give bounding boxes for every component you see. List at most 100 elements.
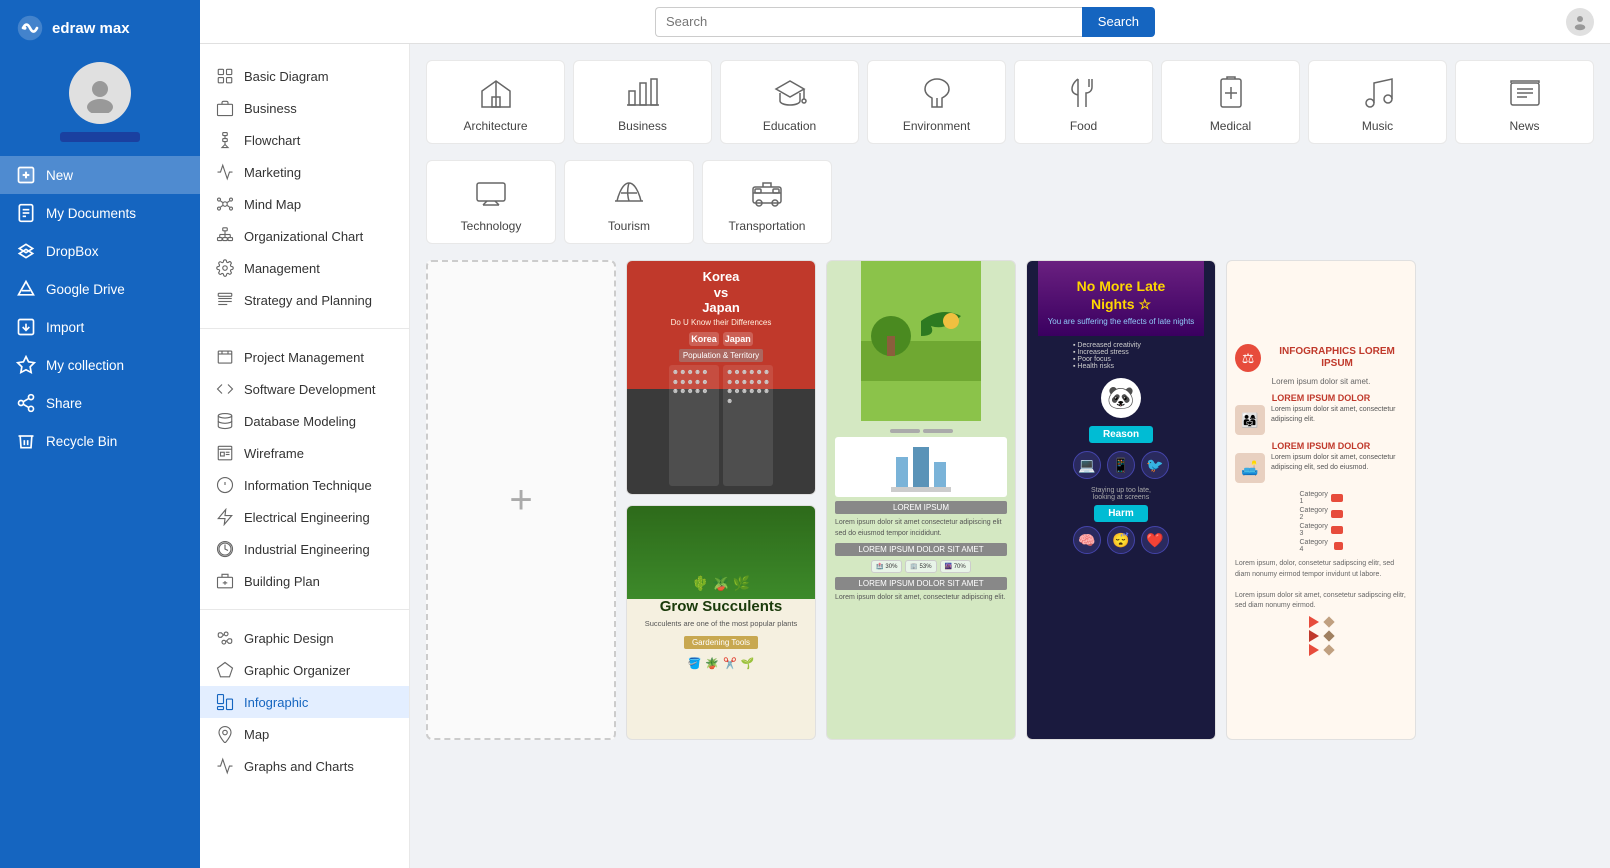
- menu-item-strategy-planning[interactable]: Strategy and Planning: [200, 284, 409, 316]
- sidebar-item-my-collection[interactable]: My collection: [0, 346, 200, 384]
- category-food[interactable]: Food: [1014, 60, 1153, 144]
- food-icon: [1066, 75, 1102, 111]
- infographic-header: ⚖ INFOGRAPHICS LOREM IPSUM: [1235, 344, 1407, 372]
- sidebar-label-share: Share: [46, 396, 82, 411]
- sidebar-label-new: New: [46, 168, 73, 183]
- menu-item-graphic-design[interactable]: Graphic Design: [200, 622, 409, 654]
- sidebar-item-share[interactable]: Share: [0, 384, 200, 422]
- kj-main-title: KoreavsJapan: [671, 269, 772, 316]
- user-avatar-top[interactable]: [1566, 8, 1594, 36]
- template-night[interactable]: No More LateNights ☆ You are suffering t…: [1026, 260, 1216, 740]
- sidebar-item-my-documents[interactable]: My Documents: [0, 194, 200, 232]
- menu-item-graphic-organizer[interactable]: Graphic Organizer: [200, 654, 409, 686]
- menu-item-basic-diagram[interactable]: Basic Diagram: [200, 60, 409, 92]
- landscape-img: [861, 261, 981, 421]
- category-transportation-label: Transportation: [729, 219, 806, 233]
- sidebar-item-google-drive[interactable]: Google Drive: [0, 270, 200, 308]
- succulent-subtitle: Succulents are one of the most popular p…: [645, 619, 798, 628]
- kj-body-left: ☻☻☻☻☻☻☻☻☻☻☻☻☻☻☻: [669, 365, 719, 486]
- category-transportation[interactable]: Transportation: [702, 160, 832, 244]
- username-bar: [60, 132, 140, 142]
- main-area: Search Basic Diagram Business: [200, 0, 1610, 868]
- menu-item-building-plan[interactable]: Building Plan: [200, 565, 409, 597]
- category-music-label: Music: [1362, 119, 1393, 133]
- menu-item-mind-map[interactable]: Mind Map: [200, 188, 409, 220]
- category-technology[interactable]: Technology: [426, 160, 556, 244]
- kj-title-block: KoreavsJapan Do U Know their Differences: [671, 269, 772, 327]
- plus-icon: [16, 165, 36, 185]
- sidebar-item-import[interactable]: Import: [0, 308, 200, 346]
- night-icons-row: 💻 📱 🐦: [1073, 451, 1169, 479]
- menu-item-wireframe[interactable]: Wireframe: [200, 437, 409, 469]
- category-music[interactable]: Music: [1308, 60, 1447, 144]
- user-profile[interactable]: [0, 52, 200, 156]
- sidebar-label-google-drive: Google Drive: [46, 282, 125, 297]
- dropbox-icon: [16, 241, 36, 261]
- category-architecture[interactable]: Architecture: [426, 60, 565, 144]
- kj-body-right: ☻☻☻☻☻☻☻☻☻☻☻☻☻☻☻☻☻☻☻: [723, 365, 773, 486]
- menu-item-information-technique[interactable]: Information Technique: [200, 469, 409, 501]
- sidebar-label-my-collection: My collection: [46, 358, 124, 373]
- template-infographic[interactable]: ⚖ INFOGRAPHICS LOREM IPSUM Lorem ipsum d…: [1226, 260, 1416, 740]
- menu-item-marketing[interactable]: Marketing: [200, 156, 409, 188]
- menu-item-industrial-engineering[interactable]: Industrial Engineering: [200, 533, 409, 565]
- avatar[interactable]: [69, 62, 131, 124]
- template-korea-japan[interactable]: KoreavsJapan Do U Know their Differences…: [626, 260, 816, 495]
- sidebar-item-dropbox[interactable]: DropBox: [0, 232, 200, 270]
- menu-item-software-development[interactable]: Software Development: [200, 373, 409, 405]
- search-button[interactable]: Search: [1082, 7, 1155, 37]
- drive-icon: [16, 279, 36, 299]
- night-title: No More LateNights ☆: [1077, 277, 1166, 313]
- menu-item-map[interactable]: Map: [200, 718, 409, 750]
- reason-badge: Reason: [1089, 426, 1153, 443]
- category-business-label: Business: [618, 119, 667, 133]
- category-row2: Technology Tourism: [426, 160, 1594, 244]
- succulent-title: Grow Succulents: [660, 598, 783, 615]
- sidebar-item-recycle-bin[interactable]: Recycle Bin: [0, 422, 200, 460]
- category-environment[interactable]: Environment: [867, 60, 1006, 144]
- menu-item-management[interactable]: Management: [200, 252, 409, 284]
- infographic-bars: Category 1 Category 2 Category 3 Ca: [1300, 491, 1343, 553]
- menu-item-project-management[interactable]: Project Management: [200, 341, 409, 373]
- menu-item-electrical-engineering[interactable]: Electrical Engineering: [200, 501, 409, 533]
- architecture-icon: [478, 75, 514, 111]
- menu-item-graphs-charts[interactable]: Graphs and Charts: [200, 750, 409, 782]
- category-tourism[interactable]: Tourism: [564, 160, 694, 244]
- document-icon: [16, 203, 36, 223]
- succulent-tools: Gardening Tools: [684, 636, 758, 649]
- sidebar-label-import: Import: [46, 320, 84, 335]
- category-environment-label: Environment: [903, 119, 970, 133]
- business-icon: [625, 75, 661, 111]
- category-grid: Architecture Business Educatio: [426, 60, 1594, 144]
- menu-item-database-modeling[interactable]: Database Modeling: [200, 405, 409, 437]
- category-news[interactable]: News: [1455, 60, 1594, 144]
- menu-item-infographic[interactable]: Infographic: [200, 686, 409, 718]
- category-technology-label: Technology: [461, 219, 522, 233]
- kj-body: ☻☻☻☻☻☻☻☻☻☻☻☻☻☻☻ ☻☻☻☻☻☻☻☻☻☻☻☻☻☻☻☻☻☻☻: [669, 365, 773, 486]
- sidebar-item-new[interactable]: New: [0, 156, 200, 194]
- search-input[interactable]: [655, 7, 1082, 37]
- sidebar: edraw max New My Documents DropBox: [0, 0, 200, 868]
- menu-section-1: Basic Diagram Business Flowchart Marketi…: [200, 54, 409, 322]
- medical-icon: [1213, 75, 1249, 111]
- night-body: ▪ Decreased creativity▪ Increased stress…: [1073, 336, 1169, 729]
- menu-item-flowchart[interactable]: Flowchart: [200, 124, 409, 156]
- add-template-card[interactable]: +: [426, 260, 616, 740]
- category-business[interactable]: Business: [573, 60, 712, 144]
- infographic-title: INFOGRAPHICS LOREM IPSUM: [1267, 346, 1407, 370]
- news-icon: [1507, 75, 1543, 111]
- content-area: Basic Diagram Business Flowchart Marketi…: [200, 44, 1610, 868]
- category-medical[interactable]: Medical: [1161, 60, 1300, 144]
- menu-item-business[interactable]: Business: [200, 92, 409, 124]
- menu-item-org-chart[interactable]: Organizational Chart: [200, 220, 409, 252]
- category-medical-label: Medical: [1210, 119, 1251, 133]
- template-succulent[interactable]: 🌵 🪴 🌿 Grow Succulents Succulents are one…: [626, 505, 816, 740]
- category-education[interactable]: Education: [720, 60, 859, 144]
- city-svg: [891, 442, 951, 492]
- trash-icon: [16, 431, 36, 451]
- harm-badge: Harm: [1094, 505, 1148, 522]
- infographic-section2: LOREM IPSUM DOLOR: [1272, 441, 1371, 451]
- template-landscape[interactable]: LOREM IPSUM Lorem ipsum dolor sit amet c…: [826, 260, 1016, 740]
- category-tourism-label: Tourism: [608, 219, 650, 233]
- category-food-label: Food: [1070, 119, 1097, 133]
